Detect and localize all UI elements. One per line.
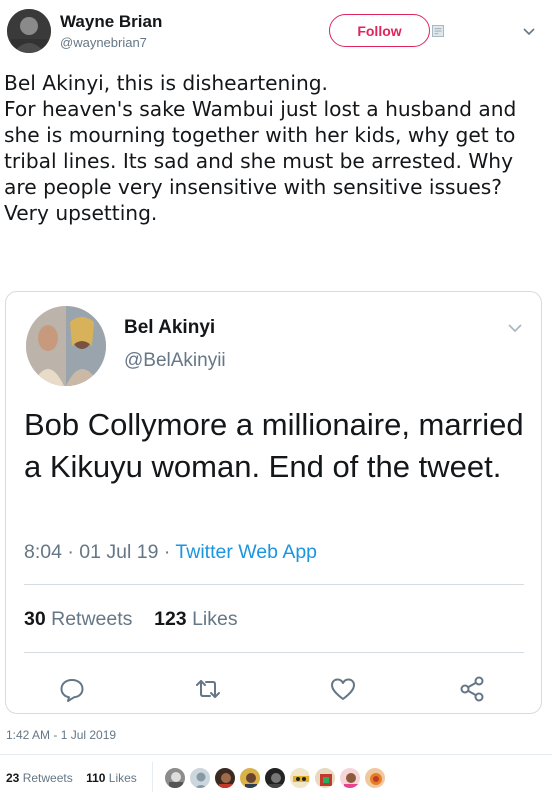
liker-avatar[interactable] [289, 767, 311, 789]
liker-avatars [164, 767, 389, 791]
liker-avatar[interactable] [214, 767, 236, 789]
author-name[interactable]: Wayne Brian [60, 12, 162, 32]
likes-count[interactable]: 110 [86, 771, 105, 785]
divider [24, 584, 524, 585]
retweet-icon[interactable] [194, 675, 222, 703]
author-handle[interactable]: @waynebrian7 [60, 35, 147, 50]
quoted-likes-label[interactable]: Likes [192, 608, 238, 630]
chevron-down-icon[interactable] [506, 319, 524, 337]
quoted-retweets-count[interactable]: 30 [24, 608, 46, 630]
quoted-author-avatar[interactable] [26, 306, 106, 386]
quoted-author-name[interactable]: Bel Akinyi [124, 317, 215, 339]
divider [24, 652, 524, 653]
retweets-label[interactable]: Retweets [23, 771, 73, 785]
reply-icon[interactable] [58, 675, 86, 703]
quoted-tweet-card[interactable]: Bel Akinyi @BelAkinyii Bob Collymore a m… [5, 291, 542, 714]
liker-avatar[interactable] [164, 767, 186, 789]
author-avatar[interactable] [7, 9, 51, 53]
quoted-tweet-source-link[interactable]: Twitter Web App [175, 541, 317, 563]
tweet-stats: 23 Retweets 110 Likes [6, 771, 137, 785]
quoted-retweets-label[interactable]: Retweets [51, 608, 132, 630]
liker-avatar[interactable] [264, 767, 286, 789]
tweet-text: Bel Akinyi, this is disheartening. For h… [4, 71, 517, 225]
liker-avatar[interactable] [364, 767, 386, 789]
chevron-down-icon[interactable] [522, 24, 536, 38]
quoted-tweet-meta: 8:04 · 01 Jul 19 · Twitter Web App [24, 541, 317, 564]
liker-avatar[interactable] [339, 767, 361, 789]
liker-avatar[interactable] [239, 767, 261, 789]
quoted-author-handle[interactable]: @BelAkinyii [124, 350, 226, 372]
direct-message-icon[interactable] [432, 24, 444, 37]
quoted-likes-count[interactable]: 123 [154, 608, 187, 630]
quoted-tweet-text: Bob Collymore a millionaire, married a K… [24, 407, 524, 484]
quoted-tweet-time: 8:04 · 01 Jul 19 · [24, 541, 176, 563]
liker-avatar[interactable] [314, 767, 336, 789]
follow-button[interactable]: Follow [329, 14, 430, 47]
quoted-tweet-stats: 30 Retweets 123 Likes [24, 608, 238, 631]
divider [0, 754, 552, 755]
retweets-count[interactable]: 23 [6, 771, 19, 785]
share-icon[interactable] [458, 675, 486, 703]
divider [152, 762, 153, 792]
tweet-header: Wayne Brian @waynebrian7 Follow [0, 0, 552, 62]
heart-icon[interactable] [329, 675, 357, 703]
likes-label[interactable]: Likes [109, 771, 137, 785]
tweet-timestamp[interactable]: 1:42 AM - 1 Jul 2019 [6, 728, 116, 742]
liker-avatar[interactable] [189, 767, 211, 789]
